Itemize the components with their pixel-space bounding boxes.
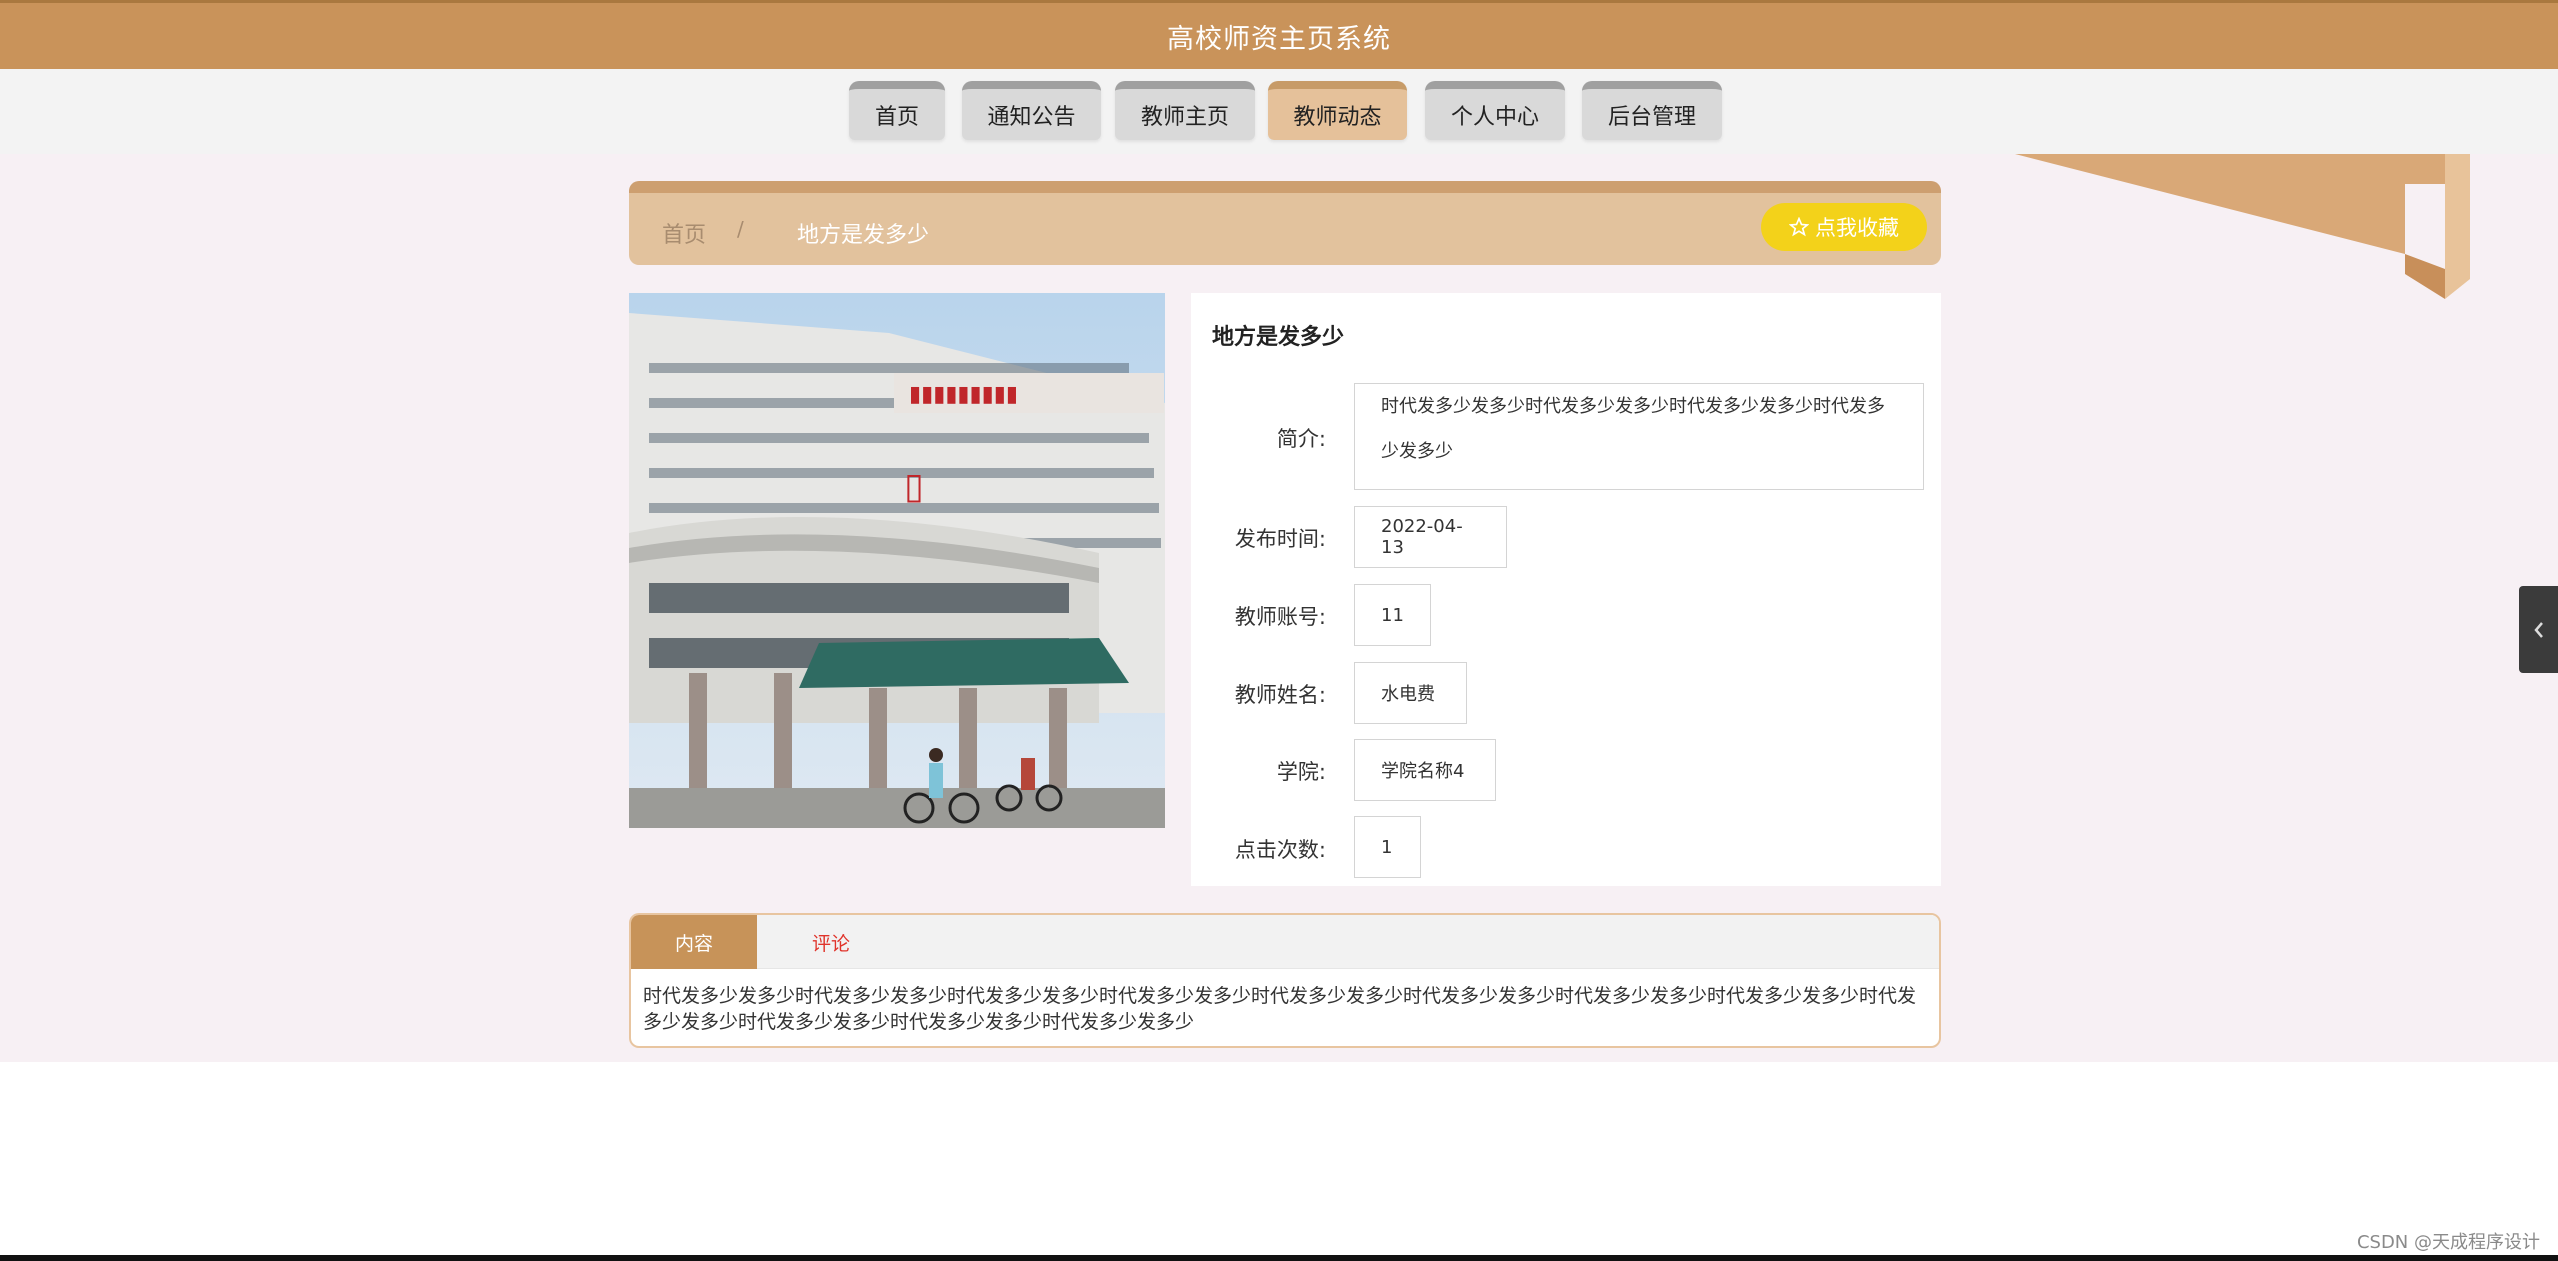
intro-label: 简介:	[1276, 427, 1326, 451]
breadcrumb: 首页 / 地方是发多少 点我收藏	[629, 181, 1941, 265]
content-text: 时代发多少发多少时代发多少发多少时代发多少发多少时代发多少发多少时代发多少发多少…	[643, 985, 1917, 1033]
decorative-stripe	[2015, 154, 2470, 299]
breadcrumb-home[interactable]: 首页	[662, 217, 706, 249]
nav-item-personal-center[interactable]: 个人中心	[1425, 81, 1565, 140]
content-tabs: 内容 评论 时代发多少发多少时代发多少发多少时代发多少发多少时代发多少发多少时代…	[629, 913, 1941, 1048]
detail-title: 地方是发多少	[1212, 325, 1345, 350]
tab-bar: 内容 评论	[631, 915, 1939, 969]
svg-text:▮▮▮▮▮▮▮▮▮: ▮▮▮▮▮▮▮▮▮	[909, 382, 1018, 407]
college-value: 学院名称4	[1354, 739, 1496, 801]
svg-text:▯: ▯	[904, 466, 924, 507]
favorite-label: 点我收藏	[1815, 216, 1899, 240]
teacher-name-value: 水电费	[1354, 662, 1467, 724]
app-header: 高校师资主页系统	[0, 0, 2558, 69]
teacher-account-value: 11	[1354, 584, 1431, 646]
star-outline-icon	[1789, 217, 1809, 237]
nav-item-teacher-news[interactable]: 教师动态	[1268, 81, 1407, 140]
nav-item-notices[interactable]: 通知公告	[962, 81, 1101, 140]
teacher-name-label: 教师姓名:	[1234, 683, 1326, 707]
tab-comments[interactable]: 评论	[791, 915, 871, 969]
nav-item-admin[interactable]: 后台管理	[1582, 81, 1722, 140]
teacher-account-label: 教师账号:	[1234, 605, 1326, 629]
post-image: ▮▮▮▮▮▮▮▮▮ ▯	[629, 293, 1165, 828]
nav-item-home[interactable]: 首页	[849, 81, 945, 140]
intro-value: 时代发多少发多少时代发多少发多少时代发多少发多少时代发多少发多少	[1354, 383, 1924, 490]
app-title: 高校师资主页系统	[1167, 23, 1391, 55]
publish-time-value: 2022-04-13	[1354, 506, 1507, 568]
side-panel-toggle[interactable]	[2519, 586, 2558, 673]
bottom-border	[0, 1255, 2558, 1261]
breadcrumb-current: 地方是发多少	[797, 223, 930, 248]
publish-time-label: 发布时间:	[1234, 527, 1326, 551]
breadcrumb-separator: /	[737, 217, 744, 241]
tab-content[interactable]: 内容	[631, 915, 757, 969]
click-count-label: 点击次数:	[1234, 838, 1326, 862]
chevron-left-icon	[2533, 621, 2543, 638]
nav-item-teacher-home[interactable]: 教师主页	[1115, 81, 1255, 140]
click-count-value: 1	[1354, 816, 1421, 878]
favorite-button[interactable]: 点我收藏	[1761, 203, 1927, 251]
detail-panel: 地方是发多少 简介: 时代发多少发多少时代发多少发多少时代发多少发多少时代发多少…	[1191, 293, 1941, 886]
college-label: 学院:	[1276, 760, 1326, 784]
watermark: CSDN @天成程序设计	[2356, 1232, 2540, 1253]
main-nav: 首页 通知公告 教师主页 教师动态 个人中心 后台管理	[0, 69, 2558, 154]
